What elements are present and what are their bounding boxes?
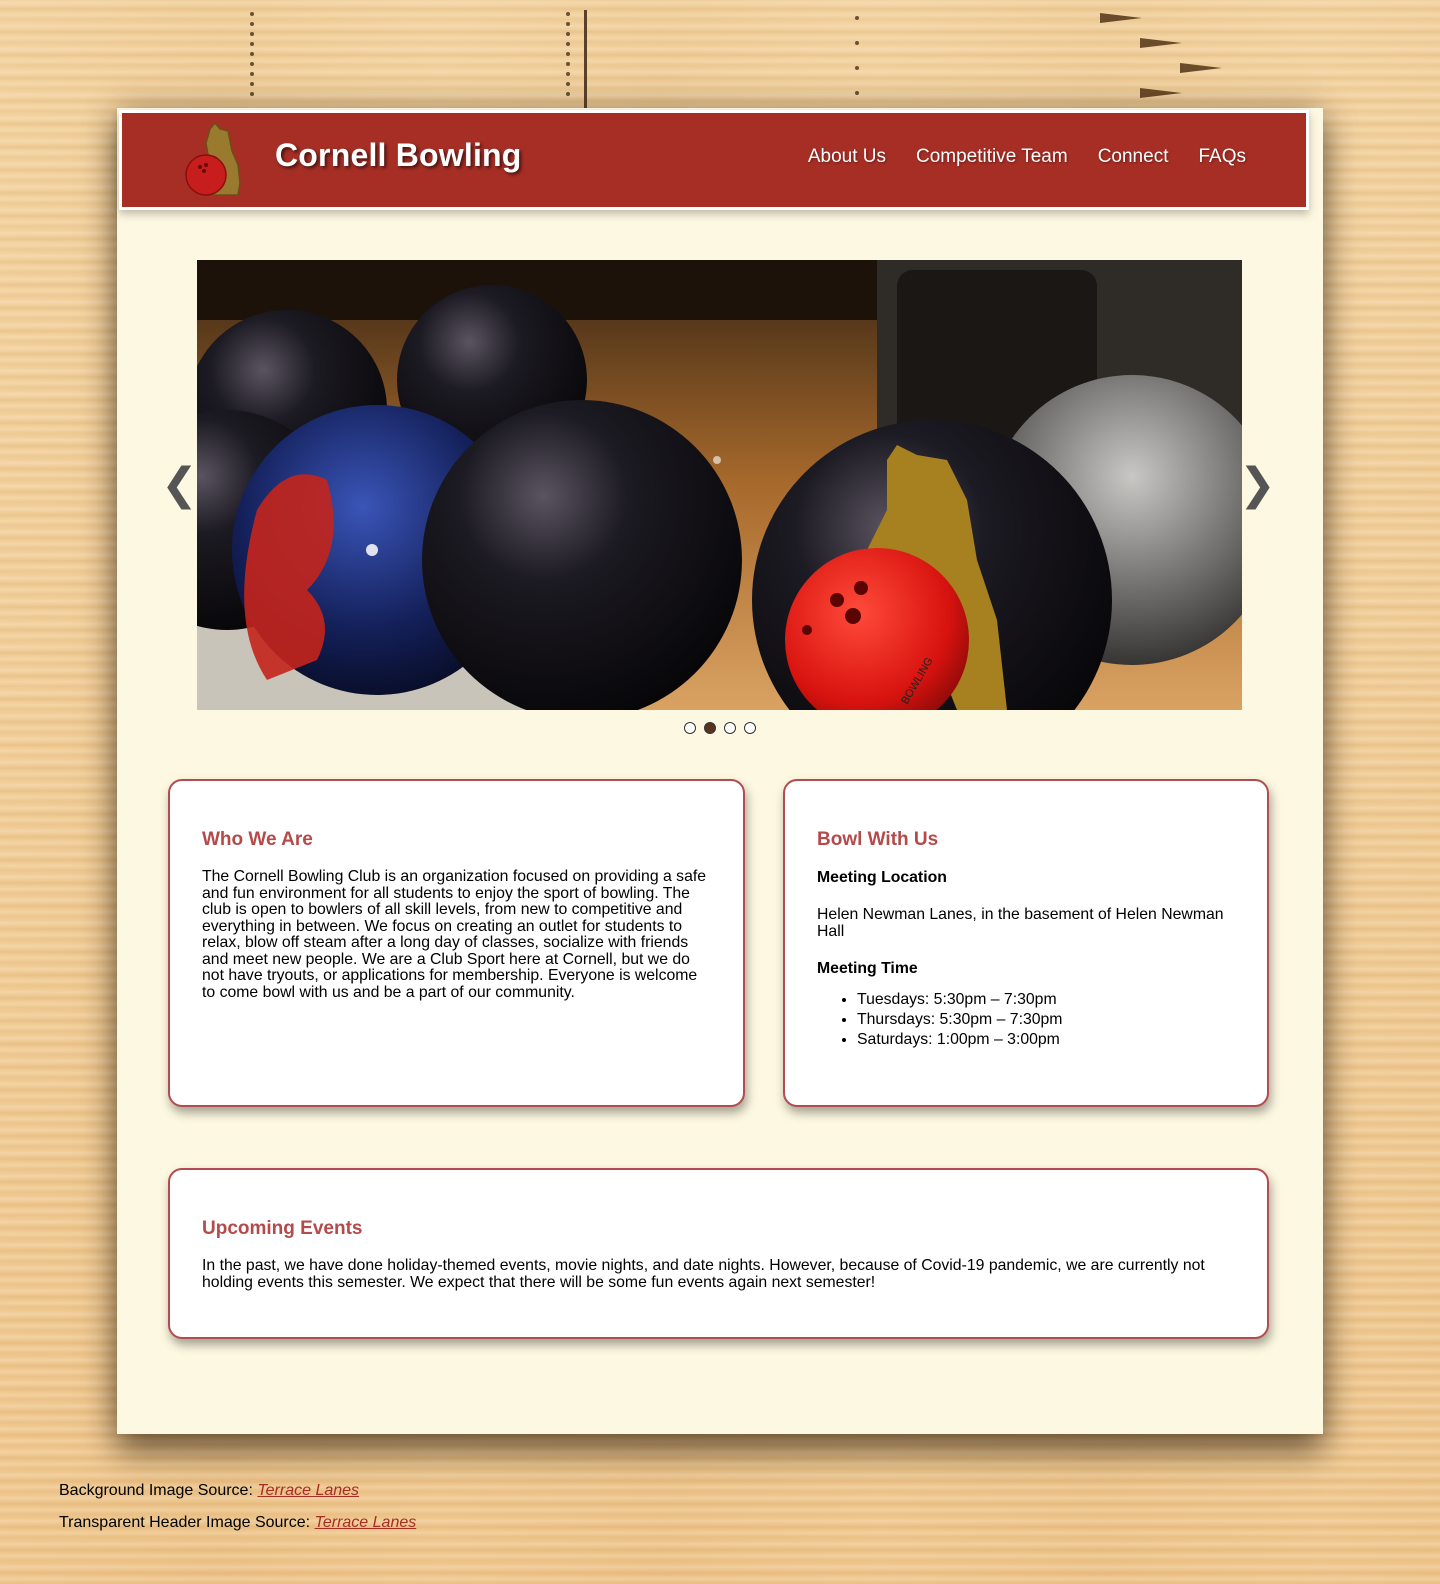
site-title[interactable]: Cornell Bowling [275,137,522,174]
nav-connect[interactable]: Connect [1098,146,1169,168]
meeting-time-item: Tuesdays: 5:30pm – 7:30pm [857,990,1235,1010]
bowling-balls-photo: BOWLING [197,260,1242,710]
lane-dots-decoration [566,12,571,102]
lane-line-decoration [584,10,587,110]
lane-arrow-decoration [1100,13,1142,23]
carousel-indicators [684,722,756,734]
lane-arrow-decoration [1180,63,1222,73]
lane-dots-decoration [250,12,255,102]
carousel-prev-button[interactable]: ❮ [161,463,198,507]
page-container: Cornell Bowling About Us Competitive Tea… [117,108,1323,1434]
footer-bg-label: Background Image Source: [59,1482,258,1499]
carousel-dot-1[interactable] [684,722,696,734]
who-we-are-body: The Cornell Bowling Club is an organizat… [202,868,707,1001]
footer-bg-link[interactable]: Terrace Lanes [257,1482,359,1499]
upcoming-events-heading: Upcoming Events [202,1218,363,1239]
meeting-location-text: Helen Newman Lanes, in the basement of H… [817,906,1224,940]
carousel-slide-image: BOWLING [197,260,1242,710]
who-we-are-heading: Who We Are [202,829,313,850]
footer-header-label: Transparent Header Image Source: [59,1514,315,1531]
meeting-times-list: Tuesdays: 5:30pm – 7:30pm Thursdays: 5:3… [817,990,1235,1050]
footer-header-source: Transparent Header Image Source: Terrace… [59,1514,416,1532]
upcoming-events-body: In the past, we have done holiday-themed… [202,1257,1205,1291]
lane-dots-decoration [855,16,860,101]
bowl-with-us-card: Bowl With Us Meeting Location Helen Newm… [783,779,1269,1107]
nav-about-us[interactable]: About Us [808,146,886,168]
who-we-are-card: Who We Are The Cornell Bowling Club is a… [168,779,745,1107]
lane-arrow-decoration [1140,88,1182,98]
nav-faqs[interactable]: FAQs [1198,146,1246,168]
carousel-dot-4[interactable] [744,722,756,734]
bear-logo-icon [185,121,241,196]
carousel-dot-2[interactable] [704,722,716,734]
bowl-with-us-heading: Bowl With Us [817,829,939,850]
site-header: Cornell Bowling About Us Competitive Tea… [119,110,1309,210]
meeting-time-item: Saturdays: 1:00pm – 3:00pm [857,1030,1235,1050]
lane-arrow-decoration [1140,38,1182,48]
main-nav: About Us Competitive Team Connect FAQs [808,146,1246,168]
upcoming-events-card: Upcoming Events In the past, we have don… [168,1168,1269,1339]
meeting-location-heading: Meeting Location [817,869,947,886]
meeting-time-heading: Meeting Time [817,960,918,977]
nav-competitive-team[interactable]: Competitive Team [916,146,1068,168]
bear-bowling-logo[interactable] [182,121,246,197]
meeting-time-item: Thursdays: 5:30pm – 7:30pm [857,1010,1235,1030]
footer-header-link[interactable]: Terrace Lanes [315,1514,417,1531]
carousel-next-button[interactable]: ❯ [1239,463,1276,507]
footer-bg-source: Background Image Source: Terrace Lanes [59,1482,359,1500]
carousel-dot-3[interactable] [724,722,736,734]
